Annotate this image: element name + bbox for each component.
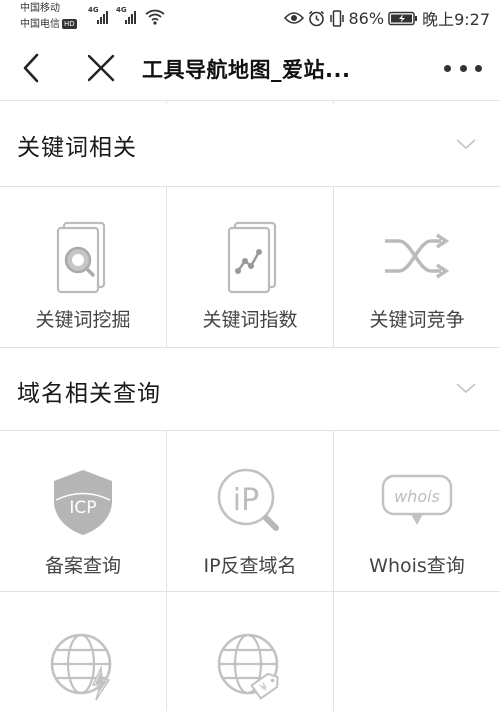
tool-navigation-content: 关键词相关 关键词挖掘 关键词指数 关键词竞争 域名相关查询 ICP 备案查询 … [0, 100, 500, 711]
tool-keyword-competition[interactable]: 关键词竞争 [334, 187, 500, 347]
ip-icon-text: iP [233, 483, 259, 518]
tool-globe-price[interactable]: ¥ [167, 592, 334, 711]
carrier-2-name: 中国电信 [20, 19, 60, 30]
page-title: 工具导航地图_爱站... [142, 58, 351, 82]
tool-label: 关键词指数 [202, 309, 298, 331]
signal-2-icon: 4G [116, 6, 138, 30]
tool-row-domains: ICP 备案查询 iP IP反查域名 whois Whois查询 [0, 431, 500, 592]
tool-label: IP反查域名 [203, 555, 297, 577]
tool-globe-speed[interactable] [0, 592, 167, 711]
tool-keyword-index[interactable]: 关键词指数 [167, 187, 334, 347]
more-dot-icon [444, 64, 451, 72]
carrier-2-label: 中国电信 HD [20, 19, 77, 31]
tool-label: Whois查询 [369, 555, 465, 577]
back-button[interactable] [16, 50, 52, 86]
section-title-domains: 域名相关查询 [17, 381, 161, 407]
wifi-icon [145, 9, 165, 29]
document-search-icon [56, 221, 106, 294]
icp-icon-text: ICP [69, 498, 96, 518]
tool-empty-cell [334, 592, 500, 711]
clock-time: 晚上9:27 [422, 10, 490, 29]
status-right-group: 86% 晚上9:27 [283, 7, 490, 29]
shuffle-icon [385, 233, 450, 279]
section-header-keywords[interactable]: 关键词相关 [0, 104, 500, 187]
battery-percent: 86% [348, 8, 385, 28]
globe-lightning-icon [50, 633, 112, 701]
section-header-domains[interactable]: 域名相关查询 [0, 348, 500, 431]
chevron-down-icon [456, 139, 476, 150]
back-arrow-icon [23, 53, 39, 83]
hd-badge: HD [62, 19, 77, 29]
vibrate-icon [329, 9, 344, 27]
eye-icon [283, 12, 304, 24]
more-dot-icon [475, 64, 482, 72]
tool-label: 关键词挖掘 [35, 309, 131, 331]
title-bar: 工具导航地图_爱站... [0, 36, 500, 100]
trend-chart-icon [227, 221, 277, 294]
more-options-button[interactable] [444, 58, 482, 78]
icp-shield-icon: ICP [54, 470, 112, 535]
tool-label: 备案查询 [44, 555, 121, 577]
network-1-label: 4G [88, 6, 99, 14]
whois-icon-text: whois [394, 487, 440, 506]
globe-price-tag-icon: ¥ [217, 633, 279, 700]
close-button[interactable] [83, 50, 119, 86]
tool-row-keywords: 关键词挖掘 关键词指数 关键词竞争 [0, 187, 500, 348]
alarm-icon [308, 10, 324, 26]
battery-charging-icon [388, 11, 418, 25]
tool-row-partial: ¥ [0, 592, 500, 711]
tool-label: 关键词竞争 [369, 309, 465, 331]
signal-1-icon: 4G [88, 6, 110, 30]
ip-search-icon: iP [217, 468, 279, 531]
status-bar: 中国移动 中国电信 HD 4G 4G 86% 晚上9:27 [0, 0, 500, 36]
tool-keyword-mining[interactable]: 关键词挖掘 [0, 187, 167, 347]
whois-bubble-icon: whois [381, 474, 453, 525]
tool-whois-lookup[interactable]: whois Whois查询 [334, 431, 500, 591]
chevron-down-icon [456, 383, 476, 394]
close-icon [87, 54, 115, 82]
more-dot-icon [459, 64, 467, 72]
tool-icp-lookup[interactable]: ICP 备案查询 [0, 431, 167, 591]
section-title-keywords: 关键词相关 [17, 135, 137, 161]
tool-ip-reverse-lookup[interactable]: iP IP反查域名 [167, 431, 334, 591]
network-2-label: 4G [116, 6, 127, 14]
carrier-1-label: 中国移动 [20, 3, 60, 14]
